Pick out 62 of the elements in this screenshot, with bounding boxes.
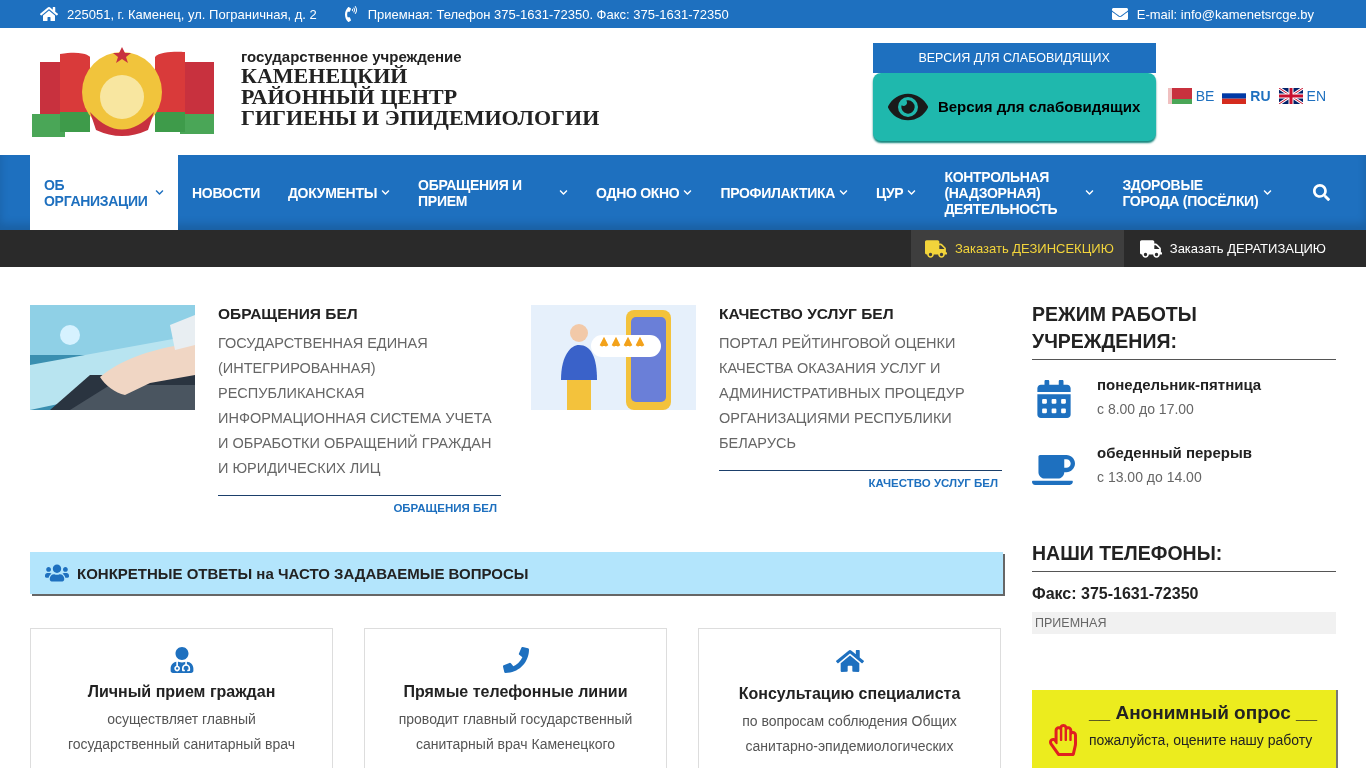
survey-title: __ Анонимный опрос __	[1089, 702, 1318, 724]
truck-icon	[1139, 237, 1162, 260]
nav-item[interactable]: ОБРАЩЕНИЯ И ПРИЕМ	[404, 155, 583, 230]
faq-card[interactable]: Консультацию специалиста по вопросам соблюдения Общих санитарно-эпидемиологических	[698, 628, 1001, 768]
feature-link[interactable]: КАЧЕСТВО УСЛУГ БЕЛ	[868, 477, 998, 489]
language-link[interactable]: RU	[1222, 87, 1271, 104]
nav-item[interactable]: ЦУР	[862, 155, 931, 230]
card-text: по вопросам соблюдения Общих санитарно-эпидемиологических	[741, 712, 958, 756]
calendar-icon	[1034, 380, 1073, 418]
card-title: Консультацию специалиста	[738, 685, 961, 703]
card-title: Прямые телефонные линии	[403, 683, 628, 701]
feature-link[interactable]: ОБРАЩЕНИЯ БЕЛ	[393, 502, 497, 514]
phone-icon	[342, 6, 359, 22]
language-link[interactable]: BE	[1167, 87, 1215, 104]
faq-card[interactable]: Личный прием граждан осуществляет главный государственный санитарный врач	[30, 628, 333, 768]
truck-icon	[924, 237, 947, 260]
feature-title: КАЧЕСТВО УСЛУГ БЕЛ	[719, 305, 895, 323]
phones-title: НАШИ ТЕЛЕФОНЫ:	[1032, 540, 1336, 572]
faq-title: КОНКРЕТНЫЕ ОТВЕТЫ на ЧАСТО ЗАДАВАЕМЫЕ ВОПРОСЫ	[77, 564, 529, 582]
mail-icon	[1111, 6, 1128, 22]
email-link[interactable]: E-mail: info@kamenetsrcge.by	[1136, 6, 1314, 22]
hours-label: понедельник-пятница	[1097, 376, 1262, 393]
house-icon	[835, 647, 864, 675]
org-name: КАМЕНЕЦКИЙ	[241, 64, 408, 86]
hand-icon	[1047, 724, 1079, 756]
flag-icon	[1167, 87, 1192, 104]
hours-title: РЕЖИМ РАБОТЫ УЧРЕЖДЕНИЯ:	[1032, 301, 1336, 360]
nav-item[interactable]: ДОКУМЕНТЫ	[273, 155, 405, 230]
feature-text: ПОРТАЛ РЕЙТИНГОВОЙ ОЦЕНКИ КАЧЕСТВА ОКАЗАНИЯ УСЛУГ И АДМИНИСТРАТИВНЫХ ПРОЦЕДУР ОРГАНИЗАЦИЯМИ РЕСПУБЛИКИ БЕЛАРУСЬ	[719, 331, 1002, 471]
order-link[interactable]: Заказать ДЕРАТИЗАЦИЮ	[1125, 230, 1336, 267]
org-type: государственное учреждение	[241, 47, 463, 65]
faq-card[interactable]: Прямые телефонные линии проводит главный государственный санитарный врач Каменецкого	[364, 628, 667, 768]
nav-item[interactable]: ЗДОРОВЫЕ ГОРОДА (ПОСЁЛКИ)	[1108, 155, 1287, 230]
card-text: осуществляет главный государственный санитарный врач	[66, 710, 297, 754]
card-text: проводит главный государственный санитарный врач Каменецкого	[397, 710, 634, 754]
nav-item[interactable]: ОБ ОРГАНИЗАЦИИ	[30, 155, 178, 230]
hours-time: с 13.00 до 14.00	[1097, 469, 1203, 485]
feature-text: ГОСУДАРСТВЕННАЯ ЕДИНАЯ (ИНТЕГРИРОВАННАЯ) РЕСПУБЛИКАНСКАЯ ИНФОРМАЦИОННАЯ СИСТЕМА УЧЕТА И ОБРАБОТКИ ОБРАЩЕНИЙ ГРАЖДАН И ЮРИДИЧЕСКИХ ЛИЦ	[218, 331, 501, 496]
nav-item[interactable]: ПРОФИЛАКТИКА	[706, 155, 862, 230]
accessibility-button[interactable]: Версия для слабовидящих	[872, 72, 1156, 141]
org-name: РАЙОННЫЙ ЦЕНТР	[241, 85, 458, 107]
address-text: 225051, г. Каменец, ул. Пограничная, д. 2	[67, 6, 317, 22]
accessibility-banner[interactable]: ВЕРСИЯ ДЛЯ СЛАБОВИДЯЩИХ	[872, 42, 1156, 73]
order-link[interactable]: Заказать ДЕЗИНСЕКЦИЮ	[910, 230, 1124, 267]
language-link[interactable]: EN	[1278, 87, 1326, 104]
survey-panel[interactable]: __ Анонимный опрос __ пожалуйста, оцените нашу работу	[1032, 690, 1336, 768]
doctor-icon	[168, 647, 195, 673]
survey-text: пожалуйста, оцените нашу работу	[1089, 731, 1314, 750]
feature-title: ОБРАЩЕНИЯ БЕЛ	[218, 305, 359, 323]
card-title: Личный прием граждан	[87, 683, 276, 701]
phone-icon	[502, 647, 529, 673]
nav-item[interactable]: НОВОСТИ	[178, 155, 274, 230]
fax-label: ПРИЕМНАЯ	[1032, 612, 1336, 634]
search-icon[interactable]	[1313, 184, 1330, 201]
nav-item[interactable]: ОДНО ОКНО	[582, 155, 707, 230]
hours-time: с 8.00 до 17.00	[1097, 401, 1195, 417]
fax-number: Факс: 375-1631-72350	[1032, 585, 1200, 603]
nav-item[interactable]: КОНТРОЛЬНАЯ (НАДЗОРНАЯ) ДЕЯТЕЛЬНОСТЬ	[930, 155, 1109, 230]
home-icon	[40, 5, 58, 23]
phone-text: Приемная: Телефон 375-1631-72350. Факс: 375-1631-72350	[367, 6, 729, 22]
hours-label: обеденный перерыв	[1097, 444, 1253, 461]
flag-icon	[1278, 87, 1303, 104]
